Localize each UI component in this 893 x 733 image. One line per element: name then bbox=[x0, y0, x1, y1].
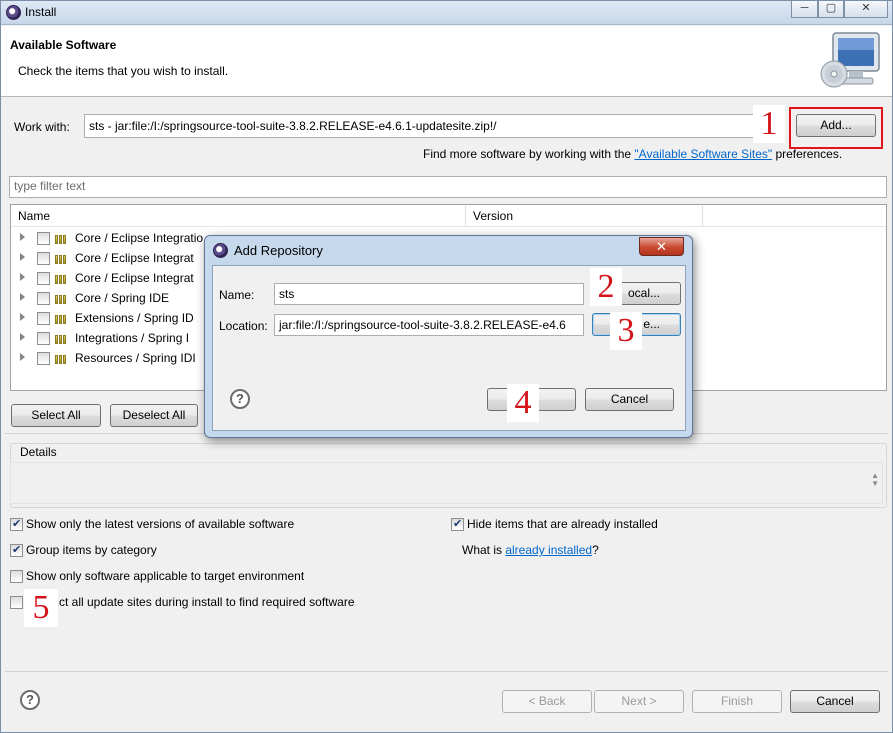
annotation-3: 3 bbox=[610, 312, 642, 350]
back-button[interactable]: < Back bbox=[502, 690, 592, 713]
filter-input[interactable]: type filter text bbox=[9, 176, 887, 198]
hide-installed-checkbox[interactable] bbox=[451, 517, 464, 531]
minimize-button[interactable]: ─ bbox=[791, 1, 818, 18]
annotation-2: 2 bbox=[590, 268, 622, 306]
eclipse-icon bbox=[6, 5, 21, 20]
cancel-button[interactable]: Cancel bbox=[790, 690, 880, 713]
title-bar: Install ─ ▢ ✕ bbox=[1, 1, 892, 25]
expand-arrow-icon[interactable] bbox=[20, 353, 25, 361]
row-checkbox[interactable] bbox=[37, 272, 50, 285]
help-icon[interactable]: ? bbox=[20, 690, 40, 710]
highlight-box-1 bbox=[789, 107, 883, 149]
category-icon bbox=[55, 253, 69, 264]
row-checkbox[interactable] bbox=[37, 292, 50, 305]
row-checkbox[interactable] bbox=[37, 352, 50, 365]
row-label: Extensions / Spring ID bbox=[75, 311, 194, 325]
category-icon bbox=[55, 313, 69, 324]
latest-versions-label: Show only the latest versions of availab… bbox=[26, 517, 295, 531]
category-icon bbox=[55, 353, 69, 364]
what-is-installed-text: What is already installed? bbox=[462, 543, 599, 557]
hide-installed-label: Hide items that are already installed bbox=[467, 517, 658, 531]
what-is-prefix: What is bbox=[462, 543, 506, 557]
group-by-category-label: Group items by category bbox=[26, 543, 157, 557]
row-label: Core / Eclipse Integratio bbox=[75, 231, 204, 245]
install-window: Install ─ ▢ ✕ Available Software Check t… bbox=[0, 0, 893, 733]
target-env-checkbox[interactable] bbox=[10, 570, 23, 583]
page-description: Check the items that you wish to install… bbox=[18, 64, 229, 78]
maximize-button[interactable]: ▢ bbox=[818, 1, 844, 18]
dialog-help-icon[interactable]: ? bbox=[230, 389, 250, 409]
details-text-area[interactable]: ▲ ▼ bbox=[10, 462, 883, 504]
deselect-all-button[interactable]: Deselect All bbox=[110, 404, 198, 427]
group-by-category-checkbox[interactable] bbox=[10, 543, 23, 557]
annotation-1: 1 bbox=[753, 105, 785, 143]
annotation-4: 4 bbox=[507, 384, 539, 422]
dialog-close-button[interactable]: ✕ bbox=[639, 237, 684, 256]
find-more-prefix: Find more software by working with the bbox=[423, 147, 635, 161]
row-checkbox[interactable] bbox=[37, 312, 50, 325]
details-label: Details bbox=[18, 445, 59, 459]
what-is-suffix: ? bbox=[592, 543, 599, 557]
name-input[interactable]: sts bbox=[274, 283, 584, 305]
already-installed-link[interactable]: already installed bbox=[505, 543, 592, 557]
work-with-combo[interactable]: sts - jar:file:/I:/springsource-tool-sui… bbox=[84, 114, 784, 138]
close-button[interactable]: ✕ bbox=[844, 1, 888, 18]
eclipse-icon bbox=[213, 243, 228, 258]
row-label: Core / Eclipse Integrat bbox=[75, 251, 194, 265]
available-sites-link[interactable]: "Available Software Sites" bbox=[634, 147, 772, 161]
monitor-cd-icon bbox=[820, 32, 880, 88]
finish-button[interactable]: Finish bbox=[692, 690, 782, 713]
name-label: Name: bbox=[219, 288, 255, 302]
expand-arrow-icon[interactable] bbox=[20, 293, 25, 301]
dialog-cancel-button[interactable]: Cancel bbox=[585, 388, 674, 411]
annotation-5: 5 bbox=[24, 589, 58, 627]
add-repository-dialog: Add Repository ✕ Name: sts ocal... Locat… bbox=[204, 235, 693, 438]
category-icon bbox=[55, 233, 69, 244]
work-with-label: Work with: bbox=[14, 120, 70, 134]
row-checkbox[interactable] bbox=[37, 252, 50, 265]
row-label: Resources / Spring IDI bbox=[75, 351, 196, 365]
separator bbox=[5, 671, 888, 672]
row-label: Core / Spring IDE bbox=[75, 291, 170, 305]
target-env-label: Show only software applicable to target … bbox=[26, 569, 305, 583]
expand-arrow-icon[interactable] bbox=[20, 333, 25, 341]
select-all-button[interactable]: Select All bbox=[11, 404, 101, 427]
column-header-version[interactable]: Version bbox=[466, 205, 703, 227]
expand-arrow-icon[interactable] bbox=[20, 233, 25, 241]
location-label: Location: bbox=[219, 319, 268, 333]
category-icon bbox=[55, 273, 69, 284]
next-button[interactable]: Next > bbox=[594, 690, 684, 713]
page-title: Available Software bbox=[10, 38, 117, 52]
contact-sites-checkbox[interactable] bbox=[10, 596, 23, 609]
expand-arrow-icon[interactable] bbox=[20, 273, 25, 281]
location-input[interactable]: jar:file:/I:/springsource-tool-suite-3.8… bbox=[274, 314, 584, 336]
row-label: Core / Eclipse Integrat bbox=[75, 271, 194, 285]
latest-versions-checkbox[interactable] bbox=[10, 517, 23, 531]
expand-arrow-icon[interactable] bbox=[20, 253, 25, 261]
window-title: Install bbox=[25, 5, 57, 19]
row-label: Integrations / Spring I bbox=[75, 331, 190, 345]
category-icon bbox=[55, 333, 69, 344]
row-checkbox[interactable] bbox=[37, 232, 50, 245]
spinner-icon[interactable]: ▲ ▼ bbox=[871, 472, 879, 488]
row-checkbox[interactable] bbox=[37, 332, 50, 345]
contact-sites-label: ct all update sites during install to fi… bbox=[59, 595, 355, 609]
dialog-title: Add Repository bbox=[234, 243, 323, 258]
wizard-header: Available Software Check the items that … bbox=[1, 26, 892, 97]
find-more-suffix: preferences. bbox=[772, 147, 843, 161]
column-header-filler bbox=[703, 205, 886, 227]
find-more-text: Find more software by working with the "… bbox=[423, 147, 842, 161]
category-icon bbox=[55, 293, 69, 304]
expand-arrow-icon[interactable] bbox=[20, 313, 25, 321]
column-header-name[interactable]: Name bbox=[11, 205, 466, 227]
